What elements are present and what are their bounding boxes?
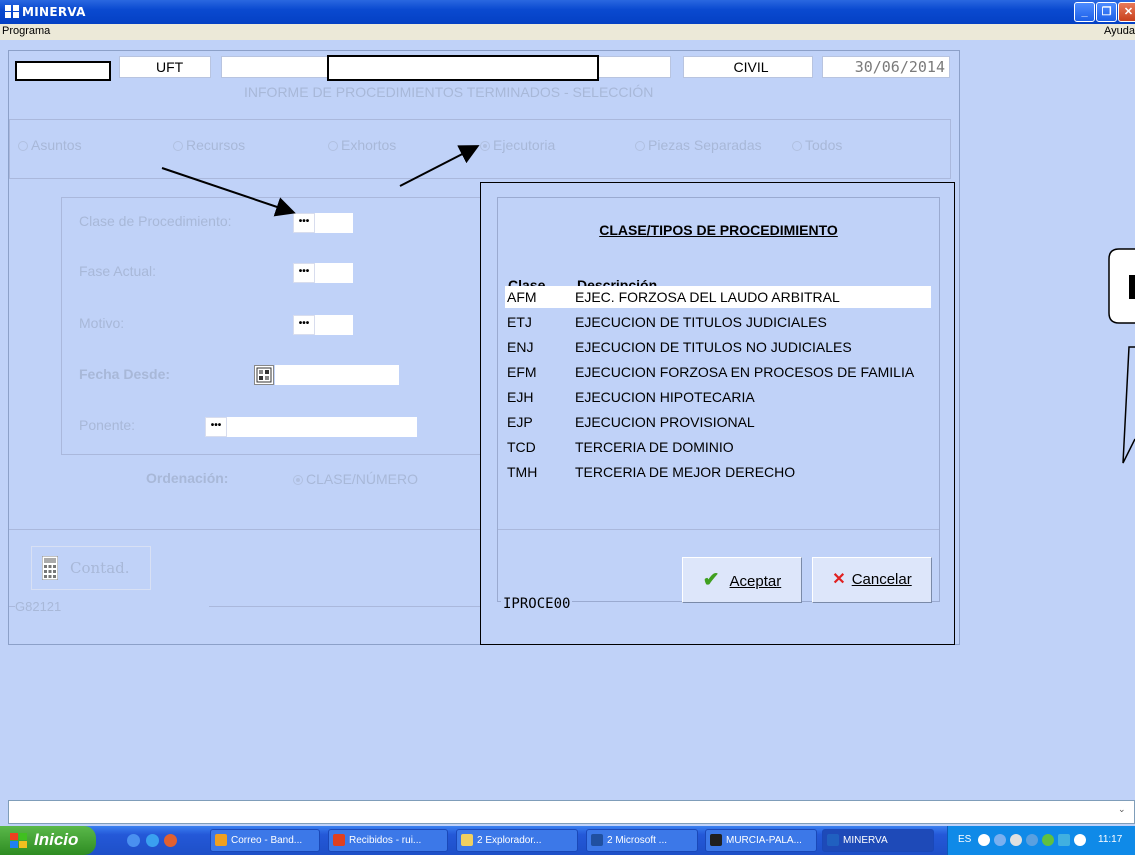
taskbar-button-label: 2 Microsoft ...: [607, 835, 668, 846]
dialog-title: CLASE/TIPOS DE PROCEDIMIENTO: [599, 222, 838, 238]
app-icon: [333, 834, 345, 846]
tray-icon[interactable]: [1042, 834, 1054, 846]
taskbar-button[interactable]: Correo - Band...: [210, 829, 320, 852]
row-descripcion: EJECUCION DE TITULOS NO JUDICIALES: [575, 339, 852, 355]
taskbar-button[interactable]: 2 Microsoft ...: [586, 829, 698, 852]
desktop-icon[interactable]: [127, 834, 140, 847]
row-descripcion: EJECUCION FORZOSA EN PROCESOS DE FAMILIA: [575, 364, 915, 380]
tray-icon[interactable]: [1010, 834, 1022, 846]
system-tray: ES 11:17: [947, 826, 1135, 855]
taskbar-button-label: Correo - Band...: [231, 835, 303, 846]
clock: 11:17: [1098, 834, 1123, 845]
x-icon: ✕: [832, 571, 846, 588]
taskbar-button-label: Recibidos - rui...: [349, 835, 422, 846]
chrome-icon[interactable]: [164, 834, 177, 847]
tray-icon[interactable]: [1074, 834, 1086, 846]
taskbar-button-label: MURCIA-PALA...: [726, 835, 802, 846]
check-icon: ✔: [702, 569, 720, 591]
procedure-row[interactable]: TMH TERCERIA DE MEJOR DERECHO: [505, 461, 931, 483]
dialog-frame: CLASE/TIPOS DE PROCEDIMIENTO Clase Descr…: [497, 197, 940, 603]
row-descripcion: EJECUCION PROVISIONAL: [575, 414, 755, 430]
chevron-down-icon[interactable]: ⌄: [1118, 804, 1132, 820]
app-icon: [710, 834, 722, 846]
row-clase: ENJ: [507, 339, 534, 355]
accept-label: Aceptar: [729, 573, 782, 590]
row-descripcion: EJECUCION HIPOTECARIA: [575, 389, 755, 405]
callout-balloon: [1108, 248, 1135, 464]
row-clase: TCD: [507, 439, 536, 455]
cancel-button[interactable]: ✕ Cancelar: [812, 557, 932, 603]
row-descripcion: EJEC. FORZOSA DEL LAUDO ARBITRAL: [575, 289, 840, 305]
browser-icon[interactable]: [146, 834, 159, 847]
row-descripcion: TERCERIA DE DOMINIO: [575, 439, 734, 455]
procedure-row[interactable]: EFM EJECUCION FORZOSA EN PROCESOS DE FAMI…: [505, 361, 931, 383]
dialog-frame-code: IPROCE00: [501, 596, 573, 612]
start-label: Inicio: [34, 830, 79, 849]
tray-icon[interactable]: [1058, 834, 1070, 846]
app-icon: [215, 834, 227, 846]
tray-icon[interactable]: [978, 834, 990, 846]
row-descripcion: TERCERIA DE MEJOR DERECHO: [575, 464, 796, 480]
windows-flag-icon: [10, 833, 27, 848]
app-icon: [827, 834, 839, 846]
taskbar-button[interactable]: MINERVA: [822, 829, 934, 852]
procedure-type-dialog: CLASE/TIPOS DE PROCEDIMIENTO Clase Descr…: [480, 182, 955, 645]
row-clase: AFM: [507, 289, 537, 305]
row-clase: ETJ: [507, 314, 532, 330]
procedure-row[interactable]: EJP EJECUCION PROVISIONAL: [505, 411, 931, 433]
taskbar-button[interactable]: 2 Explorador...: [456, 829, 578, 852]
row-clase: TMH: [507, 464, 538, 480]
taskbar-button[interactable]: MURCIA-PALA...: [705, 829, 817, 852]
taskbar-button-label: MINERVA: [843, 835, 888, 846]
tray-icon[interactable]: [994, 834, 1006, 846]
accept-button[interactable]: ✔ Aceptar: [682, 557, 802, 603]
taskbar: Inicio Correo - Band... Recibidos - rui..…: [0, 826, 1135, 855]
procedure-row[interactable]: EJH EJECUCION HIPOTECARIA: [505, 386, 931, 408]
procedure-row[interactable]: TCD TERCERIA DE DOMINIO: [505, 436, 931, 458]
procedure-row[interactable]: ETJ EJECUCION DE TITULOS JUDICIALES: [505, 311, 931, 333]
app-icon: [461, 834, 473, 846]
app-icon: [591, 834, 603, 846]
row-clase: EFM: [507, 364, 537, 380]
command-combobox[interactable]: ⌄: [8, 800, 1135, 824]
procedure-row[interactable]: AFM EJEC. FORZOSA DEL LAUDO ARBITRAL: [505, 286, 931, 308]
taskbar-button-label: 2 Explorador...: [477, 835, 542, 846]
dialog-separator: [498, 529, 939, 530]
row-clase: EJP: [507, 414, 533, 430]
row-descripcion: EJECUCION DE TITULOS JUDICIALES: [575, 314, 827, 330]
tray-icon[interactable]: [1026, 834, 1038, 846]
taskbar-button[interactable]: Recibidos - rui...: [328, 829, 448, 852]
cancel-label: Cancelar: [851, 571, 912, 588]
language-indicator[interactable]: ES: [958, 834, 971, 845]
procedure-row[interactable]: ENJ EJECUCION DE TITULOS NO JUDICIALES: [505, 336, 931, 358]
start-button[interactable]: Inicio: [0, 826, 96, 855]
row-clase: EJH: [507, 389, 534, 405]
